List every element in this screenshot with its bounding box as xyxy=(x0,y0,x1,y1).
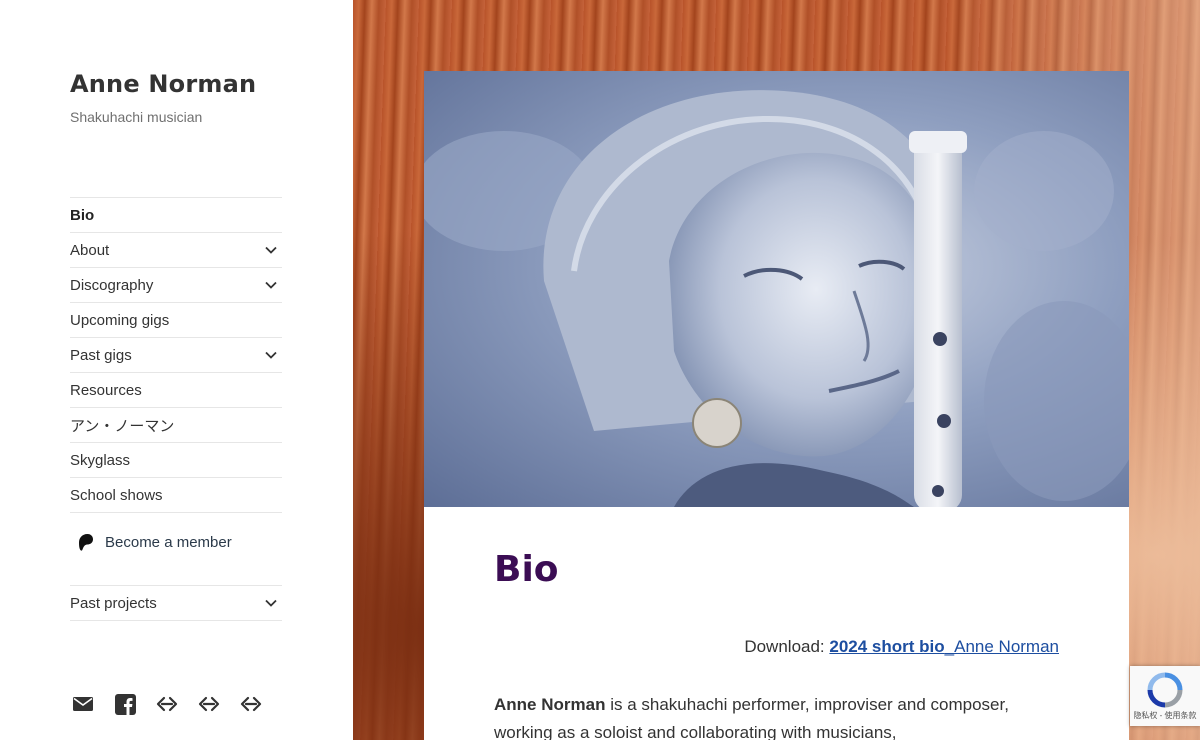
nav-item-upcoming-gigs[interactable]: Upcoming gigs xyxy=(70,303,282,338)
download-bio-link[interactable]: 2024 short bio_Anne Norman xyxy=(829,637,1059,656)
featured-image xyxy=(424,71,1129,507)
bio-name: Anne Norman xyxy=(494,695,606,714)
nav-item-resources[interactable]: Resources xyxy=(70,373,282,408)
nav-item-discography[interactable]: Discography xyxy=(70,268,282,303)
nav-item-about[interactable]: About xyxy=(70,233,282,268)
nav-item-school-shows[interactable]: School shows xyxy=(70,478,282,513)
nav-item-bio[interactable]: Bio xyxy=(70,198,282,233)
patreon-icon xyxy=(79,534,93,551)
nav-item-label: Discography xyxy=(70,276,154,294)
secondary-navigation: Past projects xyxy=(70,585,282,621)
nav-item-label: Resources xyxy=(70,381,142,399)
nav-item-label: Past gigs xyxy=(70,346,132,364)
become-member-label: Become a member xyxy=(105,533,232,551)
site-title[interactable]: Anne Norman xyxy=(70,70,256,98)
nav-item-label: Skyglass xyxy=(70,451,131,469)
nav-item-past-gigs[interactable]: Past gigs xyxy=(70,338,282,373)
download-prefix: Download: xyxy=(744,637,830,656)
chevron-down-icon[interactable] xyxy=(260,592,282,614)
link-icon[interactable] xyxy=(240,693,262,715)
facebook-icon[interactable] xyxy=(114,693,136,715)
download-line: Download: 2024 short bio_Anne Norman xyxy=(744,637,1059,657)
nav-item-label: Bio xyxy=(70,206,95,224)
portrait-photo xyxy=(424,90,1129,507)
main-navigation: Bio About Discography Upcoming gigs Past… xyxy=(70,197,282,513)
download-link-rest: _Anne Norman xyxy=(944,637,1059,656)
site-description: Shakuhachi musician xyxy=(70,109,203,125)
nav-item-label: Past projects xyxy=(70,594,157,612)
nav-item-skyglass[interactable]: Skyglass xyxy=(70,443,282,478)
nav-item-label: School shows xyxy=(70,486,163,504)
article: Bio Download: 2024 short bio_Anne Norman… xyxy=(424,71,1129,740)
link-icon[interactable] xyxy=(198,693,220,715)
chevron-down-icon[interactable] xyxy=(260,239,282,261)
chevron-down-icon[interactable] xyxy=(260,344,282,366)
link-icon[interactable] xyxy=(156,693,178,715)
recaptcha-badge[interactable]: 隐私权 - 使用条款 xyxy=(1130,666,1200,726)
recaptcha-icon xyxy=(1147,672,1183,708)
chevron-down-icon[interactable] xyxy=(260,274,282,296)
nav-item-past-projects[interactable]: Past projects xyxy=(70,586,282,621)
page-title: Bio xyxy=(494,549,559,590)
email-icon[interactable] xyxy=(72,693,94,715)
nav-item-label: Upcoming gigs xyxy=(70,311,170,329)
nav-item-label: アン・ノーマン xyxy=(70,417,175,435)
recaptcha-text: 隐私权 - 使用条款 xyxy=(1133,711,1197,720)
nav-item-label: About xyxy=(70,241,110,259)
sidebar: Anne Norman Shakuhachi musician Bio Abou… xyxy=(0,0,353,740)
bio-paragraph: Anne Norman is a shakuhachi performer, i… xyxy=(494,691,1059,740)
social-links xyxy=(72,693,262,715)
become-member-button[interactable]: Become a member xyxy=(78,533,232,551)
nav-item-anne-norman-japanese[interactable]: アン・ノーマン xyxy=(70,408,282,443)
download-link-bold: 2024 short bio xyxy=(829,637,945,656)
